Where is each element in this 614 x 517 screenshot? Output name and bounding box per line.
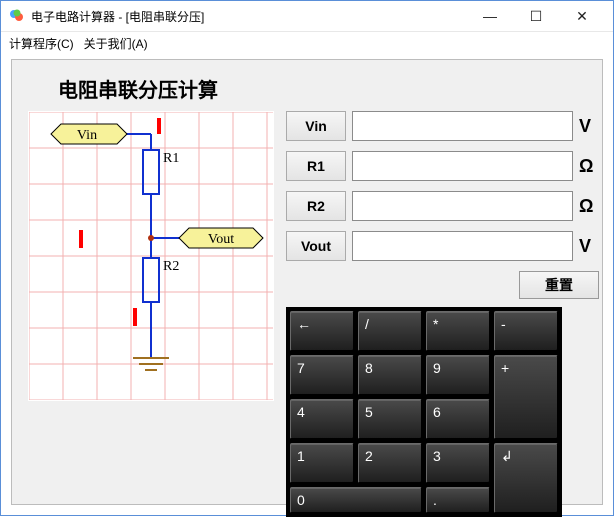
key-2[interactable]: 2 <box>358 443 422 483</box>
circuit-diagram: Vin Vout R1 R2 <box>28 111 274 401</box>
key-9[interactable]: 9 <box>426 355 490 395</box>
vout-label-button[interactable]: Vout <box>286 231 346 261</box>
r2-input[interactable] <box>352 191 573 221</box>
r2-label-button[interactable]: R2 <box>286 191 346 221</box>
titlebar: 电子电路计算器 - [电阻串联分压] — ☐ ✕ <box>1 1 613 32</box>
menu-calc[interactable]: 计算程序(C) <box>9 35 74 52</box>
row-r1: R1 Ω <box>286 151 599 181</box>
r2-unit: Ω <box>579 196 599 217</box>
row-vout: Vout V <box>286 231 599 261</box>
key-6[interactable]: 6 <box>426 399 490 439</box>
app-icon <box>9 8 25 24</box>
row-vin: Vin V <box>286 111 599 141</box>
key-subtract[interactable]: - <box>494 311 558 351</box>
app-window: 电子电路计算器 - [电阻串联分压] — ☐ ✕ 计算程序(C) 关于我们(A)… <box>0 0 614 516</box>
page-title: 电阻串联分压计算 <box>58 74 586 103</box>
client-area: 电阻串联分压计算 <box>11 59 603 505</box>
keypad: ← / * - 7 8 9 + 4 5 6 1 2 3 ↲ 0 . <box>286 307 562 517</box>
form-panel: Vin V R1 Ω R2 Ω Vout V <box>286 111 599 517</box>
maximize-button[interactable]: ☐ <box>513 1 559 31</box>
key-8[interactable]: 8 <box>358 355 422 395</box>
r1-label-button[interactable]: R1 <box>286 151 346 181</box>
key-backspace[interactable]: ← <box>290 311 354 351</box>
vin-unit: V <box>579 116 599 137</box>
diagram-vin-label: Vin <box>77 128 97 143</box>
vout-unit: V <box>579 236 599 257</box>
key-7[interactable]: 7 <box>290 355 354 395</box>
key-divide[interactable]: / <box>358 311 422 351</box>
key-1[interactable]: 1 <box>290 443 354 483</box>
window-title: 电子电路计算器 - [电阻串联分压] <box>31 8 467 25</box>
diagram-vout-label: Vout <box>208 232 234 247</box>
vin-input[interactable] <box>352 111 573 141</box>
diagram-r2-label: R2 <box>163 259 179 274</box>
key-4[interactable]: 4 <box>290 399 354 439</box>
menu-about[interactable]: 关于我们(A) <box>84 35 148 52</box>
key-3[interactable]: 3 <box>426 443 490 483</box>
diagram-r1-label: R1 <box>163 151 179 166</box>
reset-button[interactable]: 重置 <box>519 271 599 299</box>
close-button[interactable]: ✕ <box>559 1 605 31</box>
reset-row: 重置 <box>286 271 599 299</box>
key-enter[interactable]: ↲ <box>494 443 558 513</box>
key-multiply[interactable]: * <box>426 311 490 351</box>
r1-input[interactable] <box>352 151 573 181</box>
key-5[interactable]: 5 <box>358 399 422 439</box>
key-0[interactable]: 0 <box>290 487 422 513</box>
minimize-button[interactable]: — <box>467 1 513 31</box>
menubar: 计算程序(C) 关于我们(A) <box>1 32 613 54</box>
content: Vin Vout R1 R2 Vin V <box>28 111 586 517</box>
key-add[interactable]: + <box>494 355 558 439</box>
key-dot[interactable]: . <box>426 487 490 513</box>
vin-label-button[interactable]: Vin <box>286 111 346 141</box>
r1-unit: Ω <box>579 156 599 177</box>
row-r2: R2 Ω <box>286 191 599 221</box>
vout-input[interactable] <box>352 231 573 261</box>
